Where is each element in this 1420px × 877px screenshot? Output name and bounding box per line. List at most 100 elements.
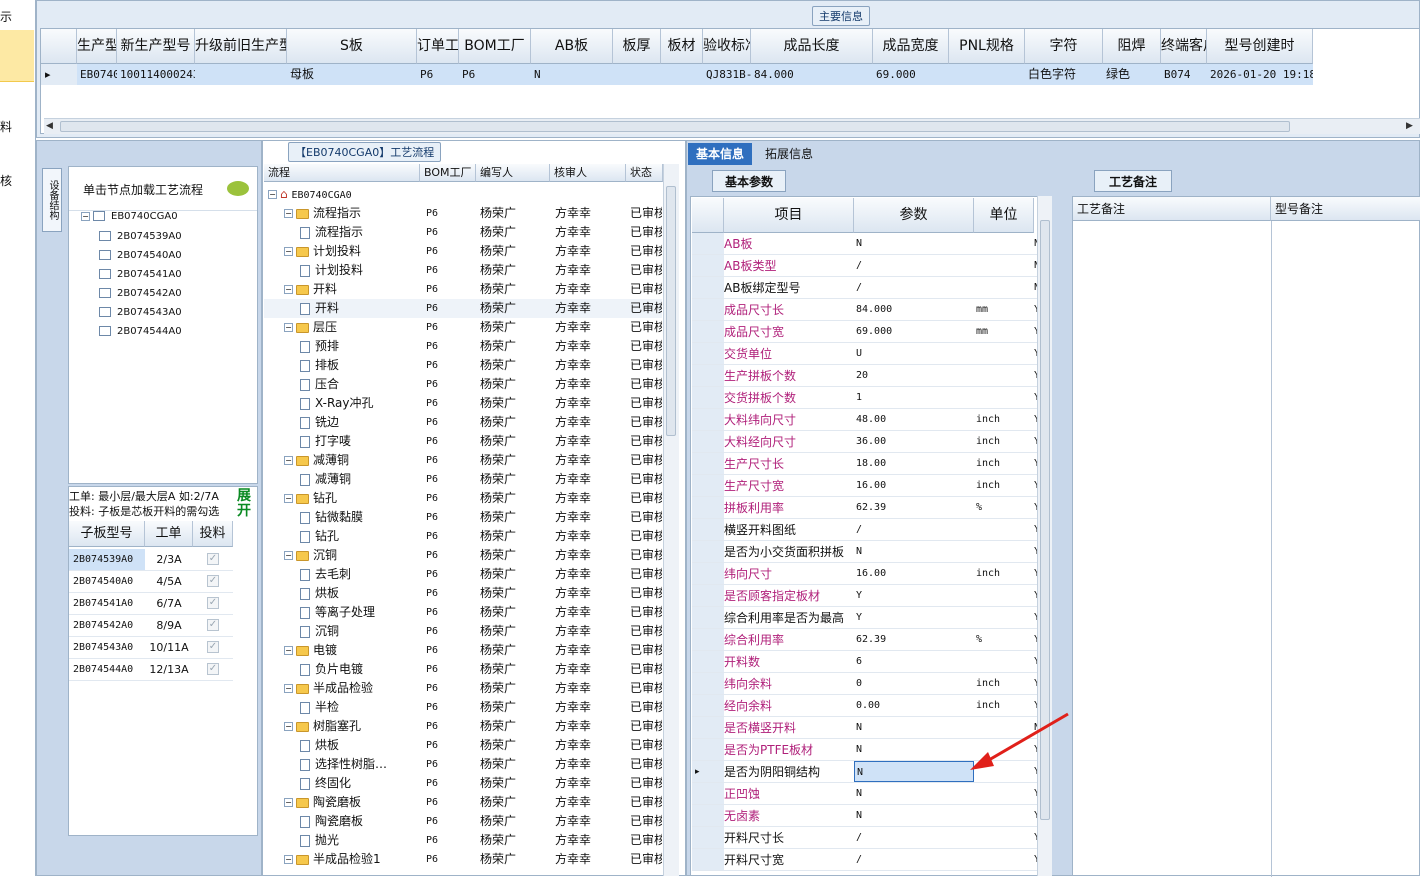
tab-process-notes[interactable]: 工艺备注: [1094, 170, 1173, 192]
process-row[interactable]: 等离子处理 P6 杨荣广 方幸幸 已审核: [264, 603, 662, 622]
tree-child-node[interactable]: 2B074542A0: [99, 288, 182, 299]
process-row[interactable]: 烘板 P6 杨荣广 方幸幸 已审核: [264, 736, 662, 755]
main-cell[interactable]: 10011400024381: [117, 64, 195, 85]
left-nav-label[interactable]: 示: [0, 8, 12, 25]
feed-checkbox[interactable]: ✓: [193, 571, 233, 593]
params-row[interactable]: 生产尺寸长18.00inchY: [692, 453, 1040, 475]
params-row[interactable]: 综合利用率62.39%Y: [692, 629, 1040, 651]
process-row[interactable]: − 开料 P6 杨荣广 方幸幸 已审核: [264, 280, 662, 299]
main-col-header[interactable]: 终端客户代码: [1161, 29, 1207, 64]
left-nav-selected-item[interactable]: [0, 30, 34, 82]
sub-row-order[interactable]: 10/11A: [145, 637, 193, 659]
process-row[interactable]: − 流程指示 P6 杨荣广 方幸幸 已审核: [264, 204, 662, 223]
main-col-header[interactable]: 字符: [1025, 29, 1103, 64]
row-indicator[interactable]: ▸: [41, 64, 77, 85]
tree-root-node[interactable]: − EB0740CGA0: [81, 211, 178, 222]
main-cell[interactable]: 84.000: [751, 64, 873, 85]
sub-row-model[interactable]: 2B074544A0: [69, 659, 145, 681]
main-col-header[interactable]: BOM工厂: [459, 29, 531, 64]
sub-row-model[interactable]: 2B074543A0: [69, 637, 145, 659]
params-row[interactable]: 正凹蚀NY: [692, 783, 1040, 805]
feed-checkbox[interactable]: ✓: [193, 549, 233, 571]
structure-vertical-tab[interactable]: 设备结构: [42, 168, 62, 232]
params-row[interactable]: 综合利用率是否为最高YY: [692, 607, 1040, 629]
params-row[interactable]: 生产拼板个数20Y: [692, 365, 1040, 387]
main-cell[interactable]: 2026-01-20 19:18:21: [1207, 64, 1313, 85]
main-cell[interactable]: QJ831B-2011: [703, 64, 751, 85]
process-row[interactable]: 沉铜 P6 杨荣广 方幸幸 已审核: [264, 622, 662, 641]
main-cell[interactable]: [195, 64, 287, 85]
process-row[interactable]: 半检 P6 杨荣广 方幸幸 已审核: [264, 698, 662, 717]
feed-checkbox[interactable]: ✓: [193, 615, 233, 637]
process-row[interactable]: − 减薄铜 P6 杨荣广 方幸幸 已审核: [264, 451, 662, 470]
process-row[interactable]: 预排 P6 杨荣广 方幸幸 已审核: [264, 337, 662, 356]
process-col-header[interactable]: BOM工厂: [420, 164, 476, 182]
main-col-header[interactable]: 型号创建时: [1207, 29, 1313, 64]
process-col-header[interactable]: 核审人: [550, 164, 626, 182]
process-row[interactable]: 压合 P6 杨荣广 方幸幸 已审核: [264, 375, 662, 394]
process-row[interactable]: − 沉铜 P6 杨荣广 方幸幸 已审核: [264, 546, 662, 565]
params-row[interactable]: AB板NN: [692, 233, 1040, 255]
main-cell[interactable]: 白色字符: [1025, 64, 1103, 85]
process-row[interactable]: 陶瓷磨板 P6 杨荣广 方幸幸 已审核: [264, 812, 662, 831]
tree-child-node[interactable]: 2B074539A0: [99, 231, 182, 242]
main-col-header[interactable]: 升级前旧生产型号: [195, 29, 287, 64]
process-row[interactable]: 打字唛 P6 杨荣广 方幸幸 已审核: [264, 432, 662, 451]
process-row[interactable]: − 钻孔 P6 杨荣广 方幸幸 已审核: [264, 489, 662, 508]
params-col-header[interactable]: 参数: [854, 198, 974, 233]
params-row[interactable]: 大料纬向尺寸48.00inchY: [692, 409, 1040, 431]
params-row[interactable]: 生产尺寸宽16.00inchY: [692, 475, 1040, 497]
process-row[interactable]: 抛光 P6 杨荣广 方幸幸 已审核: [264, 831, 662, 850]
process-row[interactable]: − 半成品检验 P6 杨荣广 方幸幸 已审核: [264, 679, 662, 698]
main-col-header[interactable]: 阻焊: [1103, 29, 1161, 64]
process-row[interactable]: 排板 P6 杨荣广 方幸幸 已审核: [264, 356, 662, 375]
process-row[interactable]: − 树脂塞孔 P6 杨荣广 方幸幸 已审核: [264, 717, 662, 736]
params-col-header[interactable]: 项目: [724, 198, 854, 233]
process-row[interactable]: − 陶瓷磨板 P6 杨荣广 方幸幸 已审核: [264, 793, 662, 812]
left-nav-label[interactable]: 料: [0, 118, 12, 135]
process-row[interactable]: 钻微黏膜 P6 杨荣广 方幸幸 已审核: [264, 508, 662, 527]
main-col-header[interactable]: 成品宽度: [873, 29, 949, 64]
main-cell[interactable]: B074: [1161, 64, 1207, 85]
params-row[interactable]: 是否为小交货面积拼板NY: [692, 541, 1040, 563]
main-horizontal-scrollbar[interactable]: ◀ ▶: [44, 118, 1420, 134]
main-col-header[interactable]: 板材: [661, 29, 703, 64]
process-col-header[interactable]: 编写人: [476, 164, 550, 182]
params-row[interactable]: AB板绑定型号/N: [692, 277, 1040, 299]
params-row[interactable]: 纬向尺寸16.00inchY: [692, 563, 1040, 585]
feed-checkbox[interactable]: ✓: [193, 593, 233, 615]
sub-row-model[interactable]: 2B074542A0: [69, 615, 145, 637]
sub-col-header[interactable]: 投料: [193, 521, 233, 547]
process-row[interactable]: − 层压 P6 杨荣广 方幸幸 已审核: [264, 318, 662, 337]
main-col-header[interactable]: PNL规格: [949, 29, 1025, 64]
main-col-header[interactable]: S板: [287, 29, 417, 64]
tab-extended-info[interactable]: 拓展信息: [757, 143, 821, 165]
main-cell[interactable]: P6: [459, 64, 531, 85]
process-row[interactable]: 终固化 P6 杨荣广 方幸幸 已审核: [264, 774, 662, 793]
tab-basic-info[interactable]: 基本信息: [688, 143, 753, 165]
main-col-header[interactable]: AB板: [531, 29, 613, 64]
process-tree-root[interactable]: − ⌂ EB0740CGA0: [264, 185, 662, 204]
left-nav-label[interactable]: 核: [0, 172, 12, 189]
tree-child-node[interactable]: 2B074543A0: [99, 307, 182, 318]
sub-row-model[interactable]: 2B074539A0: [69, 549, 145, 571]
main-cell[interactable]: 母板: [287, 64, 417, 85]
main-cell[interactable]: [949, 64, 1025, 85]
params-row[interactable]: 纬向余料0inchY: [692, 673, 1040, 695]
sub-row-model[interactable]: 2B074541A0: [69, 593, 145, 615]
tree-child-node[interactable]: 2B074541A0: [99, 269, 182, 280]
main-cell[interactable]: 69.000: [873, 64, 949, 85]
main-col-header[interactable]: 验收标准: [703, 29, 751, 64]
params-row[interactable]: 开料数6Y: [692, 651, 1040, 673]
params-row[interactable]: 交货单位UY: [692, 343, 1040, 365]
process-col-header[interactable]: 流程: [264, 164, 420, 182]
process-row[interactable]: 计划投料 P6 杨荣广 方幸幸 已审核: [264, 261, 662, 280]
sub-row-order[interactable]: 12/13A: [145, 659, 193, 681]
process-vertical-scrollbar[interactable]: [663, 164, 679, 876]
main-cell[interactable]: EB0740CGA0: [77, 64, 117, 85]
process-row[interactable]: 铣边 P6 杨荣广 方幸幸 已审核: [264, 413, 662, 432]
params-row[interactable]: 大料经向尺寸36.00inchY: [692, 431, 1040, 453]
process-row[interactable]: X-Ray冲孔 P6 杨荣广 方幸幸 已审核: [264, 394, 662, 413]
sub-row-order[interactable]: 4/5A: [145, 571, 193, 593]
main-cell[interactable]: [613, 64, 661, 85]
